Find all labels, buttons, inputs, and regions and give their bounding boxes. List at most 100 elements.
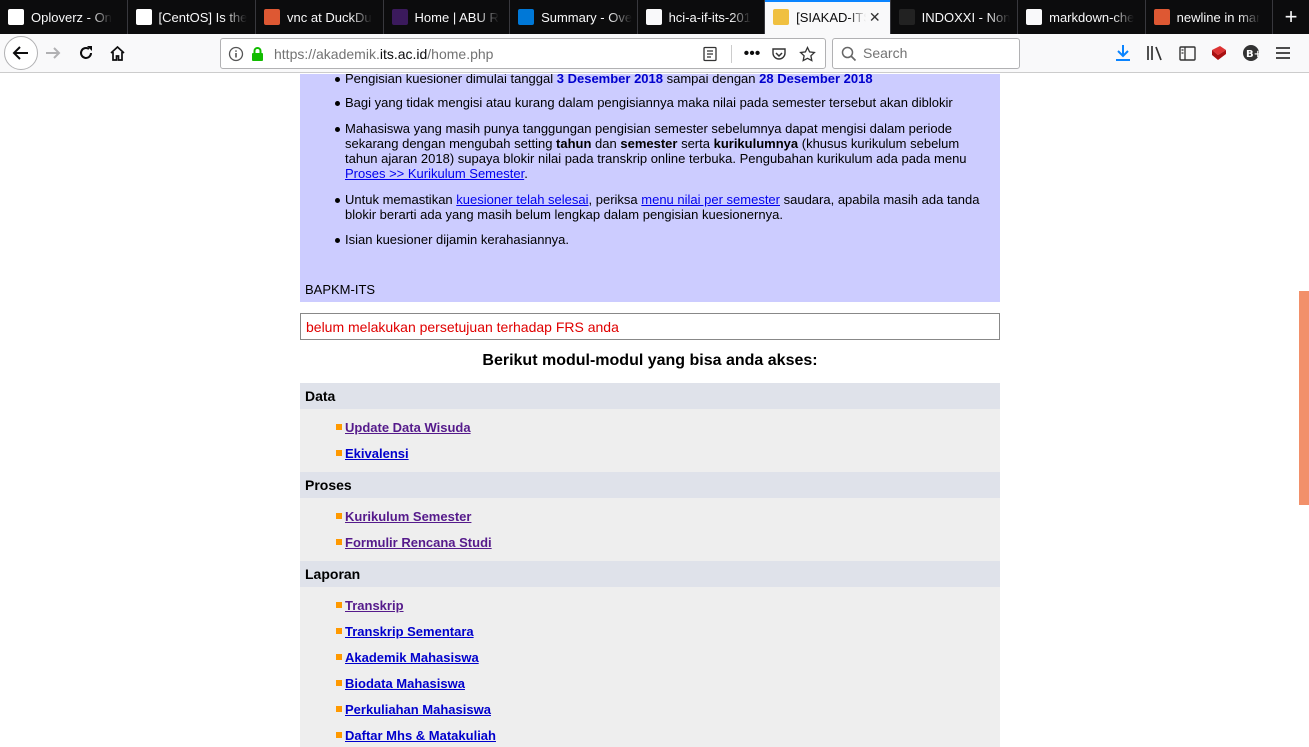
module-link-item: Ekivalensi (336, 446, 409, 461)
bookmark-star-icon[interactable] (797, 44, 817, 64)
module-link-item: Kurikulum Semester (336, 509, 471, 524)
category-header: Data (300, 383, 1000, 409)
notice-emphasis: 28 Desember 2018 (759, 74, 873, 86)
module-link-item: Transkrip Sementara (336, 624, 474, 639)
modules-panel: Data Update Data Wisuda Ekivalensi Proses Ku… (300, 383, 1000, 747)
info-icon[interactable] (228, 46, 244, 62)
extension-book-icon[interactable] (1208, 42, 1230, 64)
forward-arrow-icon (46, 47, 61, 59)
browser-tab[interactable]: [CentOS] Is the (128, 0, 257, 34)
page-actions-icon[interactable]: ••• (741, 44, 763, 64)
modules-title: Berikut modul-modul yang bisa anda akses… (482, 352, 818, 369)
notice-signature: BAPKM-ITS (305, 282, 376, 297)
browser-tab[interactable]: [SIAKAD-ITS ✕ (765, 0, 891, 34)
abu-icon (391, 9, 408, 25)
browser-tab[interactable]: hci-a-if-its-201 (638, 0, 766, 34)
bullet-square-icon (336, 424, 342, 430)
bullet-square-icon (336, 732, 342, 738)
tab-label: Home | ABU R (414, 9, 499, 25)
module-link[interactable]: Akademik Mahasiswa (345, 650, 479, 665)
category-header: Laporan (300, 561, 1000, 587)
tab-label: markdown-che (1049, 9, 1135, 25)
secure-lock-icon[interactable] (250, 45, 264, 63)
home-button[interactable] (105, 37, 129, 69)
reader-view-icon[interactable] (701, 45, 719, 63)
notice-item: Untuk memastikan kuesioner telah selesai… (335, 192, 985, 222)
tab-label: Summary - Ove (541, 9, 633, 25)
forward-button[interactable] (42, 37, 64, 69)
search-bar[interactable] (832, 38, 1020, 69)
oploverz-icon (8, 9, 24, 25)
notice-text: , periksa (588, 192, 642, 207)
github-icon (645, 9, 662, 25)
pocket-icon[interactable] (769, 44, 789, 64)
module-link-item: Daftar Mhs & Matakuliah (336, 728, 496, 743)
close-tab-icon[interactable]: ✕ (869, 9, 881, 26)
module-link-item: Update Data Wisuda (336, 420, 471, 435)
module-link[interactable]: Transkrip (345, 598, 404, 613)
svg-text:B+: B+ (1246, 49, 1260, 60)
browser-tab[interactable]: Summary - Ove (510, 0, 638, 34)
module-link[interactable]: Transkrip Sementara (345, 624, 474, 639)
module-link[interactable]: Daftar Mhs & Matakuliah (345, 728, 496, 743)
bullet-square-icon (336, 602, 342, 608)
back-button[interactable] (4, 36, 38, 70)
menu-hamburger-icon[interactable] (1272, 42, 1294, 64)
module-link[interactable]: Perkuliahan Mahasiswa (345, 702, 491, 717)
downloads-icon[interactable] (1112, 42, 1134, 64)
search-icon (841, 46, 857, 62)
notice-text: . (524, 166, 528, 181)
notice-text: dan (591, 136, 621, 151)
notice-link[interactable]: menu nilai per semester (641, 192, 780, 207)
bullet-square-icon (336, 539, 342, 545)
nav-toolbar: https://akademik.its.ac.id/home.php ••• … (0, 34, 1309, 73)
notice-text: Pengisian kuesioner dimulai tanggal (345, 74, 557, 86)
notice-text: Isian kuesioner dijamin kerahasiannya. (345, 232, 570, 247)
url-domain: its.ac.id (379, 46, 428, 62)
scrollbar[interactable] (1299, 74, 1309, 747)
sidebar-icon[interactable] (1176, 42, 1198, 64)
notice-link[interactable]: Proses >> Kurikulum Semester (345, 166, 524, 181)
url-prefix: https://akademik. (274, 46, 380, 62)
bullet-square-icon (336, 513, 342, 519)
search-input[interactable] (863, 45, 1013, 61)
module-link[interactable]: Formulir Rencana Studi (345, 535, 492, 550)
module-link[interactable]: Kurikulum Semester (345, 509, 471, 524)
github-icon (1026, 9, 1043, 25)
browser-tab[interactable]: markdown-che (1018, 0, 1146, 34)
module-link[interactable]: Update Data Wisuda (345, 420, 471, 435)
url-bar[interactable]: https://akademik.its.ac.id/home.php ••• (220, 38, 826, 69)
scrollbar-thumb[interactable] (1299, 291, 1309, 505)
frs-alert-message: belum melakukan persetujuan terhadap FRS… (300, 313, 1000, 340)
questionnaire-notice: Pengisian kuesioner dimulai tanggal 3 De… (300, 74, 1000, 302)
module-link-item: Transkrip (336, 598, 404, 613)
browser-tab[interactable]: Home | ABU R (384, 0, 511, 34)
home-icon (109, 45, 125, 61)
azure-icon (518, 9, 535, 25)
module-link-item: Akademik Mahasiswa (336, 650, 479, 665)
notice-emphasis: semester (620, 136, 678, 151)
library-icon[interactable] (1144, 42, 1166, 64)
extension-b-plus-icon[interactable]: B+ (1240, 42, 1262, 64)
new-tab-button[interactable]: + (1273, 0, 1309, 34)
tab-label: INDOXXI - Non (921, 9, 1011, 25)
tab-label: Oploverz - On (31, 9, 112, 25)
module-link[interactable]: Biodata Mahasiswa (345, 676, 465, 691)
url-text[interactable]: https://akademik.its.ac.id/home.php (274, 46, 493, 62)
reload-button[interactable] (74, 37, 98, 69)
bullet-square-icon (336, 654, 342, 660)
notice-text: sampai dengan (663, 74, 760, 86)
browser-tab[interactable]: Oploverz - On (0, 0, 128, 34)
indoxxi-icon (898, 9, 915, 25)
browser-tab[interactable]: INDOXXI - Non (891, 0, 1019, 34)
page-viewport: Pengisian kuesioner dimulai tanggal 3 De… (0, 74, 1309, 747)
back-arrow-icon (12, 46, 28, 60)
module-link[interactable]: Ekivalensi (345, 446, 409, 461)
module-link-item: Biodata Mahasiswa (336, 676, 465, 691)
tab-strip: Oploverz - On [CentOS] Is the vnc at DuckD… (0, 0, 1309, 34)
browser-tab[interactable]: newline in mar (1146, 0, 1274, 34)
notice-link[interactable]: kuesioner telah selesai (456, 192, 588, 207)
browser-tab[interactable]: vnc at DuckDu (256, 0, 384, 34)
tab-label: [CentOS] Is the (158, 9, 248, 25)
notice-item: Mahasiswa yang masih punya tanggungan pe… (335, 121, 985, 181)
